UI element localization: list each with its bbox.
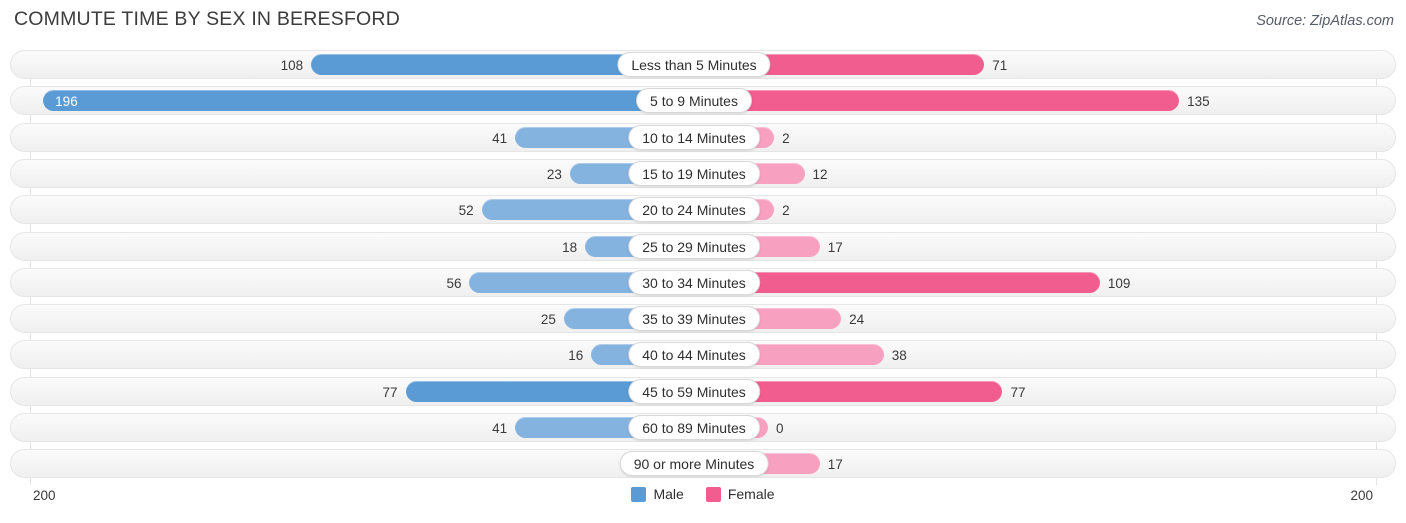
table-row[interactable]: 77 77 45 to 59 Minutes bbox=[10, 376, 1396, 406]
legend-label: Female bbox=[727, 486, 775, 502]
bar-value-male: 56 bbox=[446, 275, 462, 291]
table-row[interactable]: 196 135 5 to 9 Minutes bbox=[10, 86, 1396, 116]
category-label[interactable]: 45 to 59 Minutes bbox=[628, 378, 760, 404]
bar-value-female: 0 bbox=[776, 421, 784, 436]
bar-value-female: 2 bbox=[782, 130, 790, 146]
legend-item-male[interactable]: Male bbox=[631, 486, 684, 502]
bar-value-male: 18 bbox=[562, 239, 578, 255]
bar-value-male: 23 bbox=[546, 166, 562, 182]
table-row[interactable]: 16 38 40 to 44 Minutes bbox=[10, 340, 1396, 370]
bar-value-male: 41 bbox=[492, 130, 508, 146]
bar-value-male: 196 bbox=[55, 94, 78, 110]
table-row[interactable]: 56 109 30 to 34 Minutes bbox=[10, 267, 1396, 297]
table-row[interactable]: 23 12 15 to 19 Minutes bbox=[10, 158, 1396, 188]
bar-value-male: 41 bbox=[492, 421, 508, 436]
bar-value-male: 52 bbox=[458, 203, 474, 219]
category-label[interactable]: 30 to 34 Minutes bbox=[628, 269, 760, 295]
category-label[interactable]: 40 to 44 Minutes bbox=[628, 342, 760, 368]
category-label[interactable]: 60 to 89 Minutes bbox=[628, 415, 760, 440]
category-label[interactable]: 10 to 14 Minutes bbox=[628, 124, 760, 150]
legend-swatch-icon bbox=[705, 486, 721, 502]
bar-value-female: 71 bbox=[992, 58, 1008, 73]
legend-swatch-icon bbox=[631, 486, 647, 502]
bar-value-female: 135 bbox=[1187, 94, 1210, 110]
bar-value-female: 2 bbox=[782, 203, 790, 219]
category-label[interactable]: 25 to 29 Minutes bbox=[628, 233, 760, 259]
source-attribution: Source: ZipAtlas.com bbox=[1256, 13, 1394, 29]
legend-label: Male bbox=[653, 486, 684, 502]
bar-female[interactable] bbox=[704, 90, 1180, 112]
chart-legend: Male Female bbox=[0, 486, 1406, 502]
table-row[interactable]: 0 17 90 or more Minutes bbox=[10, 449, 1396, 479]
bar-value-female: 109 bbox=[1107, 275, 1131, 291]
bar-value-female: 17 bbox=[827, 457, 843, 473]
category-label[interactable]: 20 to 24 Minutes bbox=[628, 197, 760, 223]
table-row[interactable]: 25 24 35 to 39 Minutes bbox=[10, 304, 1396, 334]
table-row[interactable]: 41 2 10 to 14 Minutes bbox=[10, 122, 1396, 152]
bar-value-female: 12 bbox=[812, 166, 828, 182]
bar-value-female: 17 bbox=[827, 239, 843, 255]
table-row[interactable]: 18 17 25 to 29 Minutes bbox=[10, 231, 1396, 261]
bar-value-male: 77 bbox=[382, 384, 398, 400]
bar-value-male: 25 bbox=[540, 312, 556, 328]
category-label[interactable]: Less than 5 Minutes bbox=[617, 52, 771, 77]
bar-value-male: 16 bbox=[568, 348, 584, 364]
bar-male[interactable] bbox=[43, 90, 704, 112]
legend-item-female[interactable]: Female bbox=[705, 486, 775, 502]
bar-value-female: 24 bbox=[849, 312, 865, 328]
bar-female[interactable] bbox=[704, 271, 1100, 293]
table-row[interactable]: 41 0 60 to 89 Minutes bbox=[10, 413, 1396, 442]
category-label[interactable]: 90 or more Minutes bbox=[619, 451, 769, 477]
page-title: COMMUTE TIME BY SEX IN BERESFORD bbox=[14, 8, 400, 30]
bar-value-female: 38 bbox=[891, 348, 907, 364]
bar-value-male: 0 bbox=[11, 450, 632, 479]
bar-value-female: 77 bbox=[1010, 384, 1026, 400]
bar-value-male: 108 bbox=[280, 58, 304, 73]
category-label[interactable]: 15 to 19 Minutes bbox=[628, 160, 760, 186]
category-label[interactable]: 5 to 9 Minutes bbox=[636, 88, 752, 114]
plot-area: 108 71 Less than 5 Minutes 196 135 5 to 9 Min… bbox=[10, 50, 1396, 485]
category-label[interactable]: 35 to 39 Minutes bbox=[628, 306, 760, 332]
chart-root: COMMUTE TIME BY SEX IN BERESFORD Source:… bbox=[0, 0, 1406, 523]
table-row[interactable]: 108 71 Less than 5 Minutes bbox=[10, 50, 1396, 79]
table-row[interactable]: 52 2 20 to 24 Minutes bbox=[10, 195, 1396, 225]
